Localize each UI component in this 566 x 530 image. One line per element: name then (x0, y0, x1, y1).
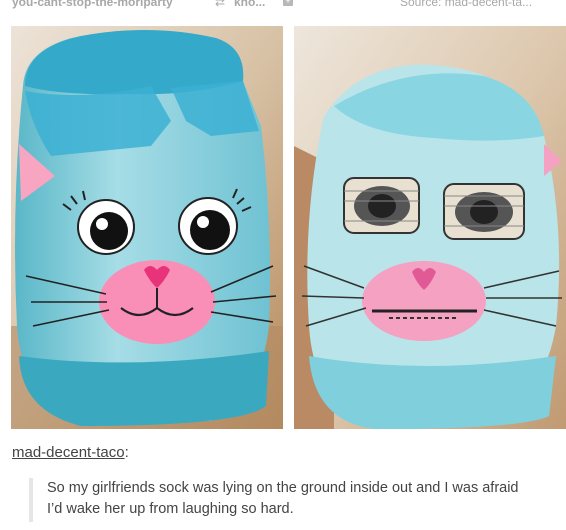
plus-icon[interactable]: + (283, 0, 293, 6)
photo-sock-outside (11, 26, 283, 429)
reblog-icon: ⇄ (215, 0, 226, 9)
post-quote: So my girlfriends sock was lying on the … (29, 478, 564, 522)
source-link[interactable]: Source: mad-decent-ta... (400, 0, 532, 8)
post-author-line: mad-decent-taco: (12, 444, 129, 461)
author-link[interactable]: mad-decent-taco (12, 444, 125, 461)
quote-line-2: I’d wake her up from laughing so hard. (47, 501, 294, 517)
photo-sock-inside-out (294, 26, 566, 429)
reblog-header: you-cant-stop-the-moriparty ⇄ kno... + S… (0, 0, 566, 14)
quote-line-1: So my girlfriends sock was lying on the … (47, 480, 519, 496)
via-blog-link[interactable]: you-cant-stop-the-moriparty (12, 0, 173, 8)
author-suffix: : (124, 444, 129, 461)
via-blog-link-2[interactable]: kno... (234, 0, 265, 8)
